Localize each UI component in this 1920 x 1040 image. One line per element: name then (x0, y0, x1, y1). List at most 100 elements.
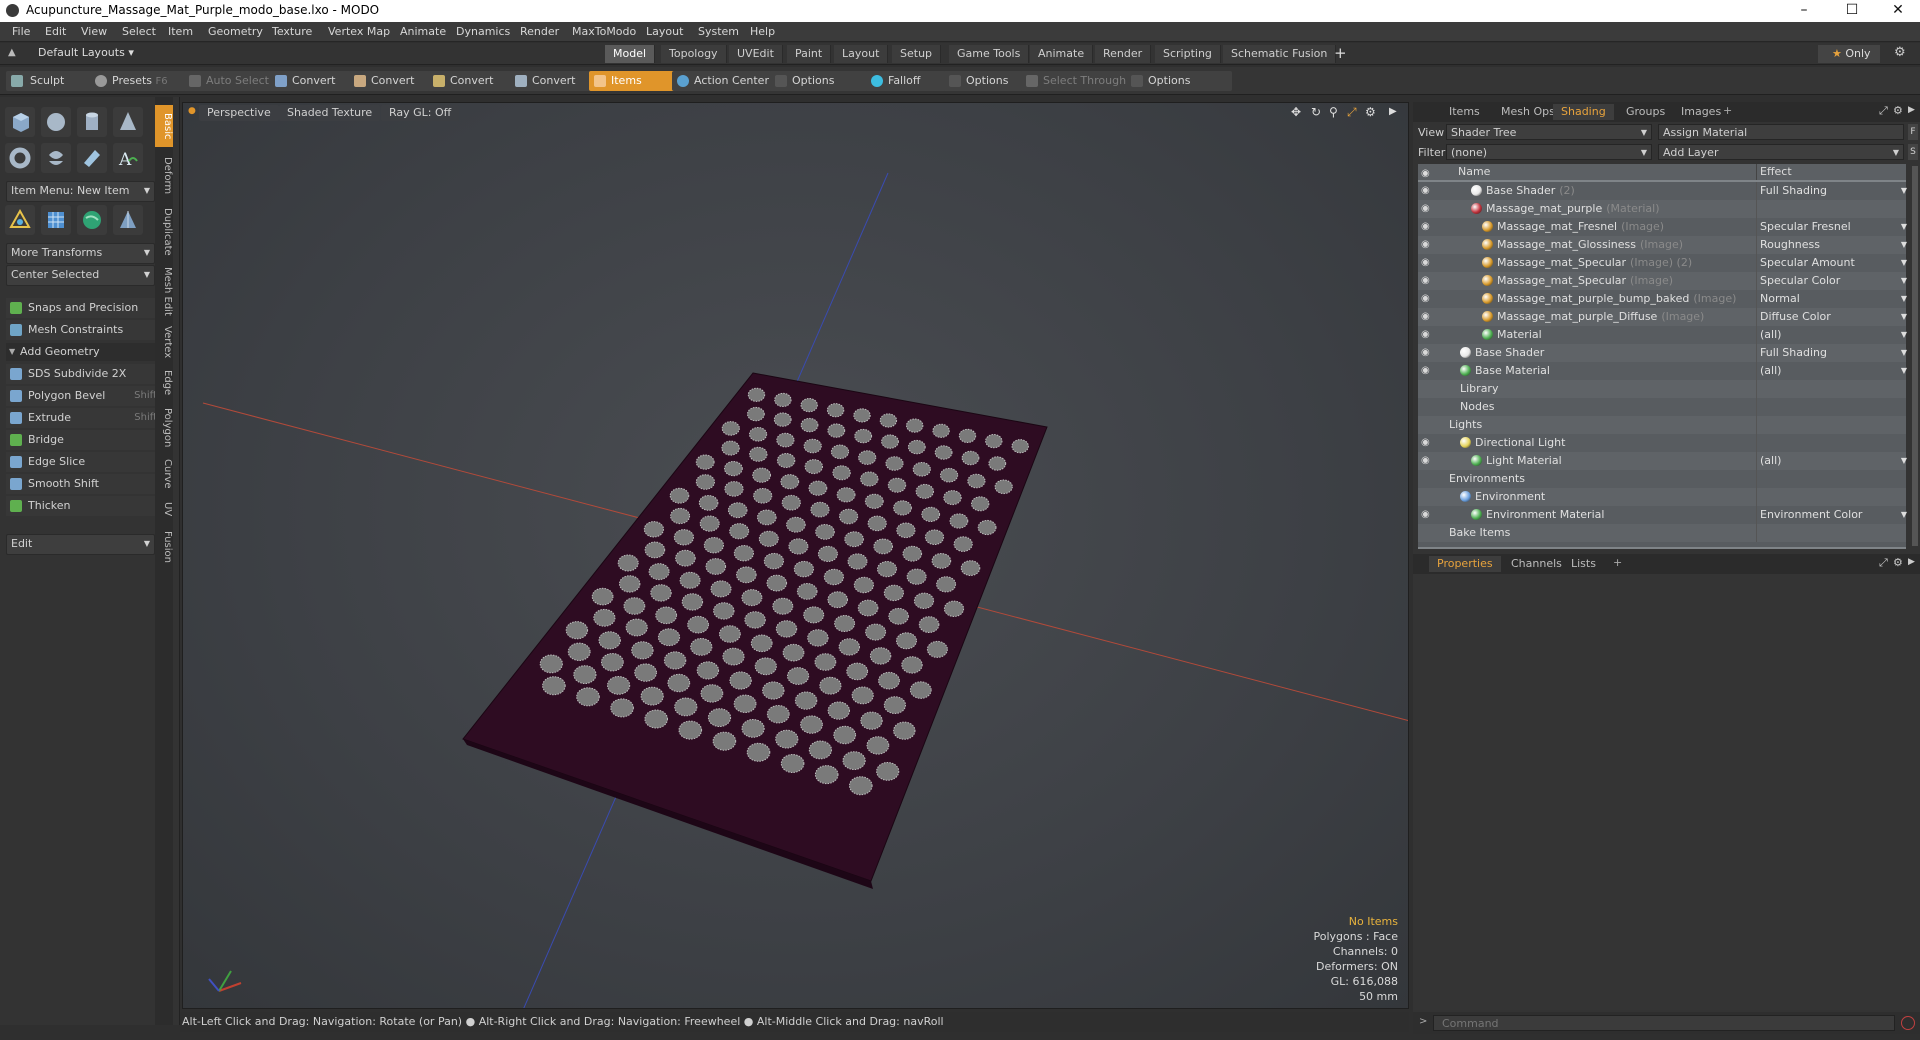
tab-paint[interactable]: Paint (787, 45, 832, 63)
menu-item[interactable]: Item (168, 25, 193, 38)
expand-properties-icon[interactable]: ⤢ (1879, 556, 1888, 570)
polygon-bevel-button[interactable]: Polygon Bevel Shift-B (6, 386, 171, 406)
tree-row[interactable]: Nodes (1418, 398, 1906, 416)
menu-view[interactable]: View (81, 25, 107, 38)
filter-toggle-f[interactable]: F (1908, 124, 1918, 140)
tree-row[interactable]: ◉ Massage_mat_Fresnel (Image) Specular Fres… (1418, 218, 1907, 236)
column-effect[interactable]: Effect (1756, 164, 1906, 180)
menu-animate[interactable]: Animate (400, 25, 446, 38)
presets-button[interactable]: Presets F6 (90, 71, 194, 91)
tab-setup[interactable]: Setup (892, 45, 942, 63)
only-toggle[interactable]: ★ Only (1818, 45, 1880, 63)
tree-row[interactable]: ◉ Base Material (all) ▼ (1418, 362, 1907, 380)
visibility-eye-icon[interactable]: ◉ (1421, 437, 1433, 449)
vtab-mesh-edit[interactable]: Mesh Edit (155, 263, 173, 319)
vtab-polygon[interactable]: Polygon (155, 403, 173, 453)
menu-file[interactable]: File (12, 25, 30, 38)
add-layer-dropdown[interactable]: Add Layer ▼ (1658, 144, 1904, 160)
tab-channels[interactable]: Channels (1503, 556, 1570, 572)
menu-dynamics[interactable]: Dynamics (456, 25, 510, 38)
sphere-primitive-icon[interactable] (41, 107, 71, 137)
globe-icon[interactable] (77, 205, 107, 235)
effect-dropdown[interactable]: Specular Fresnel ▼ (1756, 218, 1910, 236)
effect-dropdown[interactable]: Environment Color ▼ (1756, 506, 1910, 524)
visibility-eye-icon[interactable]: ◉ (1421, 185, 1433, 197)
shader-tree-scrollbar[interactable] (1912, 166, 1918, 546)
smooth-shift-button[interactable]: Smooth Shift (6, 474, 171, 494)
tab-animate[interactable]: Animate (1030, 45, 1094, 63)
menu-vertex-map[interactable]: Vertex Map (328, 25, 390, 38)
visibility-eye-icon[interactable]: ◉ (1421, 203, 1433, 215)
visibility-eye-icon[interactable]: ◉ (1421, 275, 1433, 287)
effect-dropdown[interactable]: (all) ▼ (1756, 362, 1910, 380)
transform-icon[interactable] (5, 205, 35, 235)
tree-row[interactable]: ◉ Massage_mat_purple_bump_baked (Image) Nor… (1418, 290, 1907, 308)
menu-help[interactable]: Help (750, 25, 775, 38)
tab-model[interactable]: Model (605, 45, 656, 63)
tab-items[interactable]: Items (1441, 104, 1488, 120)
tab-game-tools[interactable]: Game Tools (949, 45, 1030, 63)
properties-gear-icon[interactable]: ⚙ (1893, 556, 1903, 569)
view-dropdown[interactable]: Shader Tree ▼ (1446, 124, 1652, 140)
filter-dropdown[interactable]: (none) ▼ (1446, 144, 1652, 160)
tab-scripting[interactable]: Scripting (1155, 45, 1221, 63)
vtab-curve[interactable]: Curve (155, 455, 173, 493)
tree-row[interactable]: Lights (1418, 416, 1906, 434)
add-panel-tab-icon[interactable]: + (1723, 104, 1732, 117)
panel-menu-icon[interactable]: ▶ (1908, 105, 1915, 115)
vtab-deform[interactable]: Deform (155, 151, 173, 201)
command-input[interactable] (1433, 1015, 1895, 1031)
menu-geometry[interactable]: Geometry (208, 25, 263, 38)
pen-tool-icon[interactable] (77, 143, 107, 173)
minimize-button[interactable]: – (1782, 0, 1826, 22)
gear-icon[interactable]: ⚙ (1894, 45, 1906, 60)
tree-row[interactable]: ◉ Massage_mat_Specular (Image) Specular Col… (1418, 272, 1907, 290)
tree-row[interactable]: ◉ Base Shader (2) Full Shading ▼ (1418, 182, 1907, 200)
tree-row[interactable]: ◉ Massage_mat_Glossiness (Image) Roughness ▼ (1418, 236, 1907, 254)
column-name[interactable]: Name (1458, 164, 1490, 180)
expand-panel-icon[interactable]: ⤢ (1879, 104, 1888, 118)
tree-row[interactable]: Bake Items (1418, 524, 1906, 542)
record-icon[interactable] (1901, 1016, 1915, 1030)
visibility-eye-icon[interactable]: ◉ (1421, 455, 1433, 467)
add-tab-icon[interactable]: + (1334, 44, 1347, 62)
pyramid-icon[interactable] (113, 205, 143, 235)
properties-menu-icon[interactable]: ▶ (1908, 557, 1915, 567)
tab-properties[interactable]: Properties (1429, 556, 1501, 572)
menu-render[interactable]: Render (520, 25, 559, 38)
effect-dropdown[interactable]: Specular Color ▼ (1756, 272, 1910, 290)
tree-row[interactable]: ◉ Directional Light (1418, 434, 1906, 452)
menu-edit[interactable]: Edit (45, 25, 66, 38)
action-center-options-button[interactable]: Options (770, 71, 880, 91)
text-tool-icon[interactable]: A (113, 143, 143, 173)
vtab-uv[interactable]: UV (155, 495, 173, 523)
vtab-fusion[interactable]: Fusion (155, 525, 173, 569)
effect-dropdown[interactable]: Diffuse Color ▼ (1756, 308, 1910, 326)
torus-primitive-icon[interactable] (5, 143, 35, 173)
assign-material-button[interactable]: Assign Material (1658, 124, 1904, 140)
snaps-precision-button[interactable]: Snaps and Precision (6, 298, 171, 318)
add-properties-tab-icon[interactable]: + (1613, 556, 1622, 569)
layout-pin-icon[interactable]: ▲ (8, 47, 18, 59)
edge-slice-button[interactable]: Edge Slice (6, 452, 171, 472)
tab-schematic-fusion[interactable]: Schematic Fusion (1223, 45, 1337, 63)
tab-groups[interactable]: Groups (1618, 104, 1673, 120)
tree-row[interactable]: ◉ Light Material (all) ▼ (1418, 452, 1907, 470)
tab-lists[interactable]: Lists (1563, 556, 1604, 572)
select-through-options-button[interactable]: Options (1126, 71, 1232, 91)
effect-dropdown[interactable]: Full Shading ▼ (1756, 182, 1910, 200)
visibility-eye-icon[interactable]: ◉ (1421, 509, 1433, 521)
tree-row[interactable]: ◉ Massage_mat_purple_Diffuse (Image) Diffus… (1418, 308, 1907, 326)
visibility-eye-icon[interactable]: ◉ (1421, 347, 1433, 359)
tree-row[interactable]: Library (1418, 380, 1906, 398)
cube-primitive-icon[interactable] (5, 107, 35, 137)
mesh-constraints-button[interactable]: Mesh Constraints (6, 320, 171, 340)
thicken-button[interactable]: Thicken (6, 496, 171, 516)
items-mode-button[interactable]: Items (589, 71, 685, 91)
tree-row[interactable]: ◉ Environment Material Environment Color ▼ (1418, 506, 1907, 524)
tree-row[interactable]: ◉ Massage_mat_Specular (Image) (2) Specular… (1418, 254, 1907, 272)
panel-gear-icon[interactable]: ⚙ (1893, 104, 1903, 117)
vtab-duplicate[interactable]: Duplicate (155, 203, 173, 261)
tab-render[interactable]: Render (1095, 45, 1152, 63)
visibility-eye-icon[interactable]: ◉ (1421, 311, 1433, 323)
